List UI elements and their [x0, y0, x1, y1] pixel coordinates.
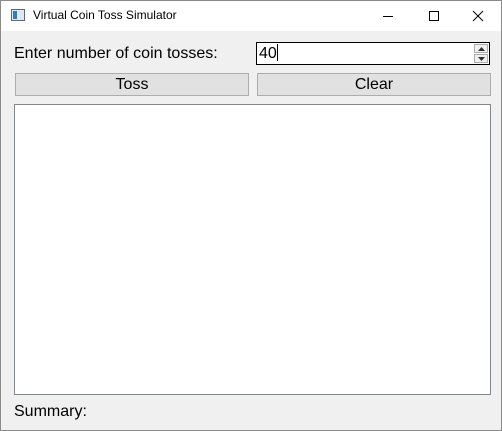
- minimize-icon: [383, 16, 393, 17]
- window-title: Virtual Coin Toss Simulator: [33, 8, 177, 22]
- close-button[interactable]: [455, 1, 501, 31]
- close-icon: [472, 10, 484, 22]
- chevron-down-icon: [478, 57, 485, 61]
- app-window-icon: [11, 9, 25, 21]
- chevron-up-icon: [478, 47, 485, 51]
- toss-count-value: 40: [259, 45, 277, 62]
- maximize-button[interactable]: [411, 1, 457, 31]
- toss-count-label: Enter number of coin tosses:: [14, 45, 218, 62]
- spin-down-button[interactable]: [474, 54, 488, 63]
- toss-button[interactable]: Toss: [15, 73, 249, 96]
- minimize-button[interactable]: [365, 1, 411, 31]
- spin-arrows: [474, 44, 488, 63]
- toss-count-spinbox[interactable]: 40: [256, 42, 490, 65]
- app-window: Virtual Coin Toss Simulator Enter number…: [0, 0, 502, 431]
- title-bar[interactable]: Virtual Coin Toss Simulator: [1, 1, 501, 31]
- summary-label: Summary:: [14, 403, 87, 420]
- toss-count-input[interactable]: 40: [259, 44, 278, 63]
- clear-button[interactable]: Clear: [257, 73, 491, 96]
- maximize-icon: [429, 11, 439, 21]
- client-area: Enter number of coin tosses: 40 Toss Cle…: [1, 31, 501, 430]
- text-caret: [276, 44, 278, 61]
- results-text-area[interactable]: [14, 104, 491, 395]
- spin-up-button[interactable]: [474, 44, 488, 53]
